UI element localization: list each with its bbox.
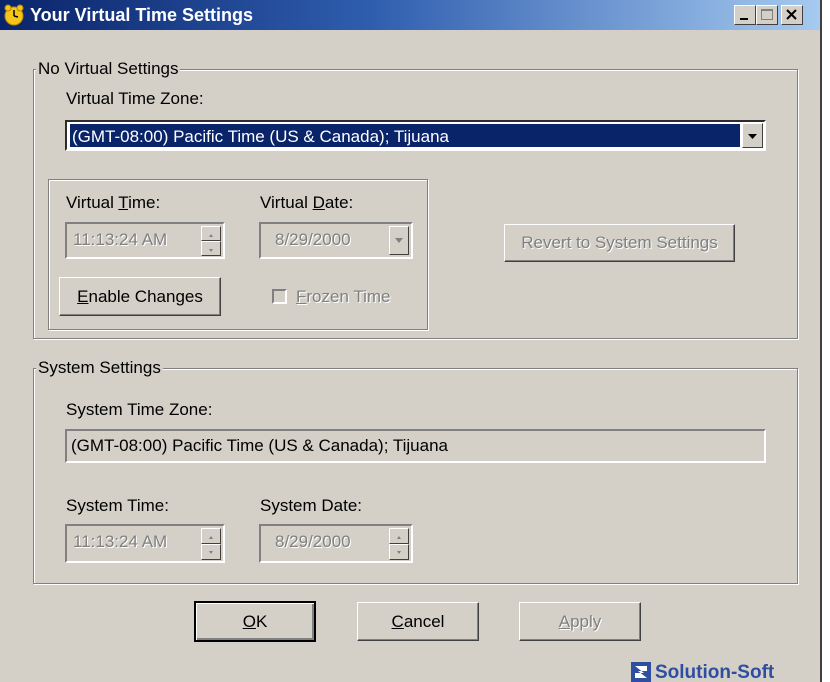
title-bar[interactable]: Your Virtual Time Settings [0,0,820,30]
window-title: Your Virtual Time Settings [30,5,254,25]
enable-changes-button[interactable]: Enable Changes [59,277,221,316]
virtual-timezone-label: Virtual Time Zone: [66,89,204,108]
spin-down-icon [397,551,401,554]
maximize-button[interactable] [756,5,778,25]
system-date-field: 8/29/2000 [259,524,413,563]
clock-face-icon [4,4,24,26]
system-date-value: 8/29/2000 [275,532,351,551]
virtual-time-spin-down[interactable] [201,241,221,256]
system-timezone-value: (GMT-08:00) Pacific Time (US & Canada); … [71,436,448,455]
chevron-down-icon [748,134,757,139]
maximize-icon [761,9,773,20]
system-date-spin-up [389,528,409,544]
chevron-down-icon [395,238,403,243]
system-settings-legend: System Settings [36,358,163,378]
logo-text: Solution-Soft [655,662,775,682]
virtual-timezone-value: (GMT-08:00) Pacific Time (US & Canada); … [70,124,740,147]
system-date-label: System Date: [260,496,363,515]
virtual-settings-legend: No Virtual Settings [36,59,181,79]
system-time-value: 11:13:24 AM [73,532,168,551]
timezone-dropdown-button[interactable] [742,123,763,148]
system-time-field: 11:13:24 AM [65,524,225,563]
system-time-spin-up [201,528,221,544]
close-button[interactable] [781,5,803,25]
system-timezone-field: (GMT-08:00) Pacific Time (US & Canada); … [65,429,766,463]
dialog-window: Your Virtual Time Settings No Virtual Se… [0,0,822,682]
apply-button[interactable]: Apply [519,602,641,641]
cancel-button[interactable]: Cancel [357,602,479,641]
spin-down-icon [209,249,213,252]
system-time-label: System Time: [66,496,169,515]
frozen-time-checkbox[interactable] [272,289,287,304]
revert-to-system-settings-button[interactable]: Revert to System Settings [504,224,735,262]
system-date-spin-down [389,544,409,560]
virtual-timezone-select[interactable]: (GMT-08:00) Pacific Time (US & Canada); … [65,120,766,151]
virtual-date-field[interactable]: 8/29/2000 [259,222,413,259]
virtual-time-value: 11:13:24 AM [73,230,168,249]
solution-soft-logo-icon [631,662,651,682]
virtual-date-value: 8/29/2000 [275,230,351,249]
frozen-time-label: Frozen Time [296,287,391,306]
spin-up-icon [397,536,401,539]
system-time-spin-down [201,544,221,560]
close-icon [786,9,797,20]
virtual-time-label: Virtual Time: [66,193,161,212]
spin-down-icon [209,551,213,554]
virtual-date-label: Virtual Date: [260,193,354,212]
spin-up-icon [209,536,213,539]
virtual-date-dropdown-button[interactable] [389,226,409,255]
virtual-time-field[interactable]: 11:13:24 AM [65,222,225,259]
minimize-button[interactable] [734,5,756,25]
virtual-time-spin-up[interactable] [201,226,221,241]
system-timezone-label: System Time Zone: [66,400,213,419]
minimize-icon [740,18,748,20]
ok-button[interactable]: OK [194,601,316,642]
